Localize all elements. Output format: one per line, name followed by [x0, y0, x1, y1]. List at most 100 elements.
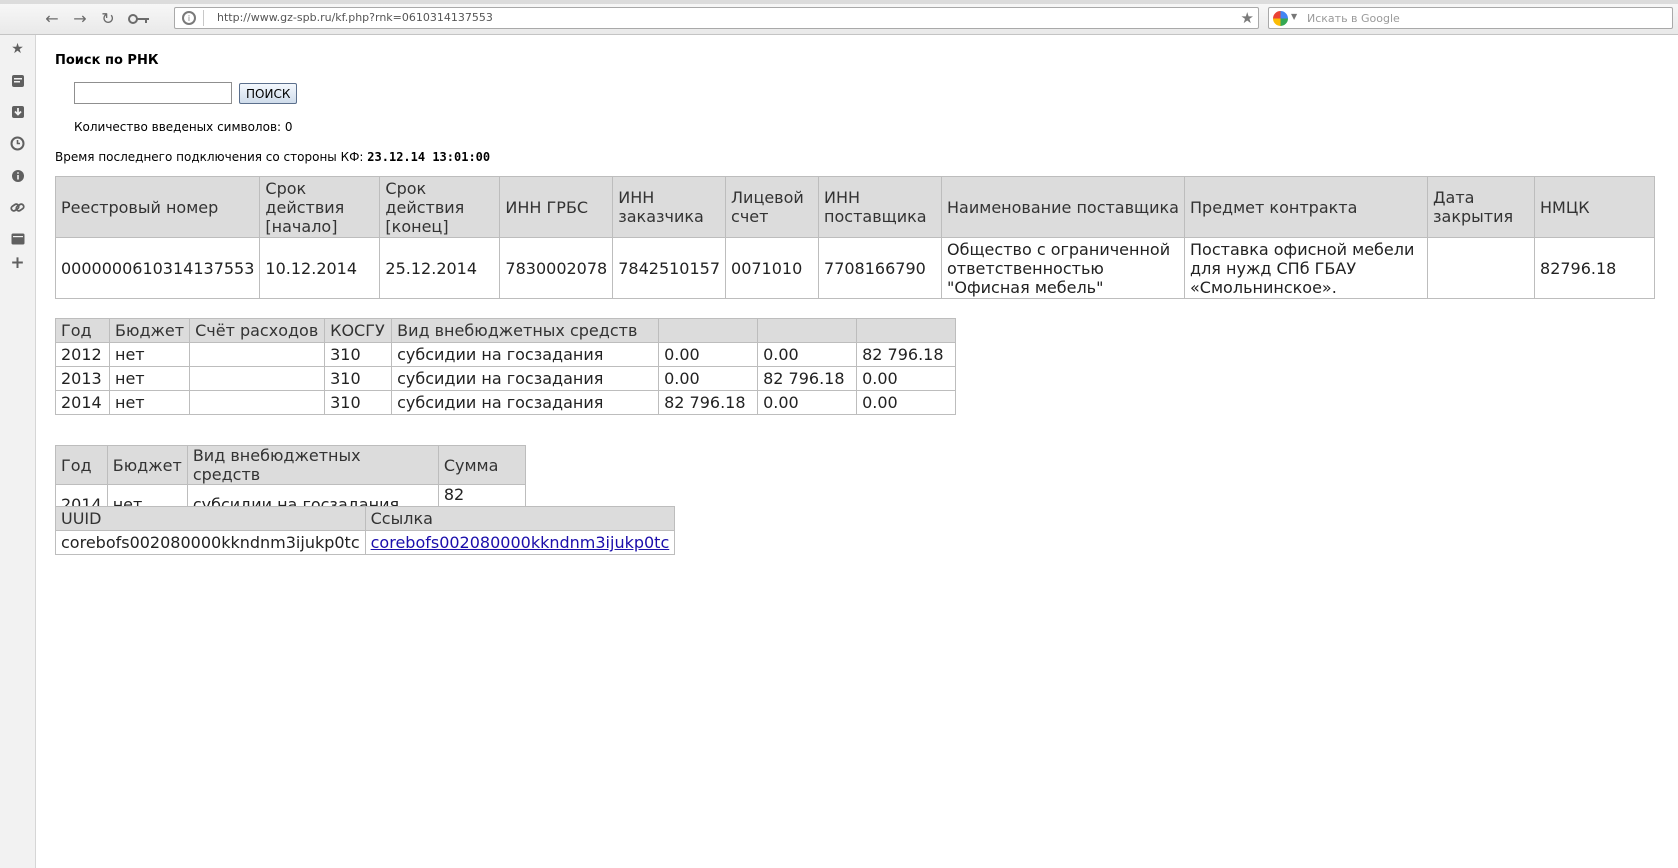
column-header: Бюджет	[108, 318, 191, 343]
table-cell: 310	[324, 390, 393, 415]
address-bar[interactable]: i http://www.gz-spb.ru/kf.php?rnk=061031…	[174, 7, 1259, 29]
panels-icon[interactable]	[9, 230, 26, 247]
key-icon[interactable]	[125, 8, 153, 30]
last-connection-value: 23.12.14 13:01:00	[367, 150, 491, 164]
column-header: Ссылка	[364, 506, 676, 531]
table-cell: 0.00	[658, 366, 759, 391]
table-cell: 310	[324, 366, 393, 391]
browser-toolbar: ← → ↻ i http://www.gz-spb.ru/kf.php?rnk=…	[0, 4, 1678, 35]
column-header: Вид внебюджетных средств	[391, 318, 660, 343]
contract-table: Реестровый номер Срок действия [начало] …	[54, 176, 1655, 299]
site-info-icon[interactable]: i	[182, 11, 196, 25]
forward-arrow-icon[interactable]: →	[69, 8, 91, 30]
url-text[interactable]: http://www.gz-spb.ru/kf.php?rnk=06103141…	[217, 11, 493, 24]
google-search-bar[interactable]: ▼ Искать в Google	[1268, 7, 1673, 29]
table-row: 2014 нет 310 субсидии на госзадания 82 7…	[55, 390, 957, 415]
table-cell: 0.00	[658, 342, 759, 367]
table-cell: нет	[108, 342, 191, 367]
table-cell: 82796.18	[1534, 237, 1655, 299]
table-cell: 2014	[55, 390, 110, 415]
table-cell: субсидии на госзадания	[391, 366, 660, 391]
column-header: ИНН заказчика	[612, 176, 727, 238]
column-header: Счёт расходов	[189, 318, 326, 343]
table-cell: Поставка офисной мебели для нужд СПб ГБА…	[1184, 237, 1429, 299]
uuid-cell: corebofs002080000kkndnm3ijukp0tc	[55, 530, 366, 555]
table-cell: 0000000610314137553	[54, 237, 261, 299]
table-cell: 0071010	[725, 237, 820, 299]
links-chain-icon[interactable]	[9, 199, 26, 216]
table-header-row: UUID Ссылка	[55, 506, 676, 531]
column-header: Год	[55, 318, 110, 343]
info-icon[interactable]	[9, 167, 26, 184]
table-cell: 0.00	[856, 390, 957, 415]
table-cell: субсидии на госзадания	[391, 390, 660, 415]
table-cell: 82 796.18	[856, 342, 957, 367]
bookmarks-star-icon[interactable]: ★	[9, 40, 26, 57]
column-header: Наименование поставщика	[941, 176, 1186, 238]
rnk-search-input[interactable]	[74, 82, 232, 104]
search-engine-dropdown-icon[interactable]: ▼	[1291, 12, 1297, 21]
table-header-row: Год Бюджет Вид внебюджетных средств Сумм…	[55, 445, 526, 485]
table-cell: 0.00	[757, 342, 858, 367]
table-cell: 10.12.2014	[259, 237, 381, 299]
search-button[interactable]: ПОИСК	[239, 83, 298, 104]
last-connection-label: Время последнего подключения со стороны …	[55, 150, 364, 164]
column-header: UUID	[55, 506, 366, 531]
column-header: Предмет контракта	[1184, 176, 1429, 238]
table-cell: 7708166790	[818, 237, 943, 299]
table-row: corebofs002080000kkndnm3ijukp0tc corebof…	[55, 530, 676, 555]
table-cell	[189, 366, 326, 391]
search-title: Поиск по РНК	[55, 53, 159, 68]
table-cell: 7842510157	[612, 237, 727, 299]
reload-icon[interactable]: ↻	[97, 8, 119, 30]
table-cell: Общество с ограниченной ответственностью…	[941, 237, 1186, 299]
table-cell: субсидии на госзадания	[391, 342, 660, 367]
link-cell: corebofs002080000kkndnm3ijukp0tc	[364, 530, 676, 555]
page-content: Поиск по РНК ПОИСК Количество введеных с…	[36, 35, 1678, 868]
uuid-table: UUID Ссылка corebofs002080000kkndnm3ijuk…	[55, 506, 676, 555]
column-header	[658, 318, 759, 343]
column-header: Год	[55, 445, 108, 485]
column-header: ИНН поставщика	[818, 176, 943, 238]
column-header: НМЦК	[1534, 176, 1655, 238]
table-cell: 82 796.18	[757, 366, 858, 391]
column-header: Срок действия [начало]	[259, 176, 381, 238]
table-cell: 310	[324, 342, 393, 367]
table-cell: 0.00	[856, 366, 957, 391]
column-header: Дата закрытия	[1427, 176, 1536, 238]
add-panel-plus-icon[interactable]: +	[9, 255, 26, 272]
table-cell: нет	[108, 390, 191, 415]
column-header: Реестровый номер	[54, 176, 261, 238]
back-arrow-icon[interactable]: ←	[41, 8, 63, 30]
bookmark-star-icon[interactable]: ★	[1241, 9, 1254, 27]
column-header: Бюджет	[106, 445, 188, 485]
table-cell: 7830002078	[499, 237, 614, 299]
column-header: Лицевой счет	[725, 176, 820, 238]
char-count-label: Количество введеных символов: 0	[74, 120, 293, 134]
address-separator	[203, 10, 204, 26]
table-cell: 25.12.2014	[379, 237, 501, 299]
table-row: 0000000610314137553 10.12.2014 25.12.201…	[54, 237, 1655, 299]
column-header: Сумма	[437, 445, 526, 485]
table-cell: нет	[108, 366, 191, 391]
column-header	[757, 318, 858, 343]
table-cell: 2013	[55, 366, 110, 391]
column-header: КОСГУ	[324, 318, 393, 343]
table-row: 2012 нет 310 субсидии на госзадания 0.00…	[55, 342, 957, 367]
google-icon[interactable]	[1273, 11, 1288, 26]
table-cell	[1427, 237, 1536, 299]
search-placeholder[interactable]: Искать в Google	[1307, 12, 1400, 25]
notes-icon[interactable]	[9, 72, 26, 89]
column-header: Срок действия [конец]	[379, 176, 501, 238]
table-cell: 0.00	[757, 390, 858, 415]
column-header: Вид внебюджетных средств	[186, 445, 439, 485]
downloads-icon[interactable]	[9, 103, 26, 120]
history-clock-icon[interactable]	[9, 135, 26, 152]
table-cell	[189, 342, 326, 367]
column-header	[856, 318, 957, 343]
uuid-link[interactable]: corebofs002080000kkndnm3ijukp0tc	[371, 533, 670, 552]
table-header-row: Год Бюджет Счёт расходов КОСГУ Вид внебю…	[55, 318, 957, 343]
years-table: Год Бюджет Счёт расходов КОСГУ Вид внебю…	[55, 318, 957, 415]
table-cell	[189, 390, 326, 415]
browser-sidebar: ★ +	[0, 35, 36, 868]
